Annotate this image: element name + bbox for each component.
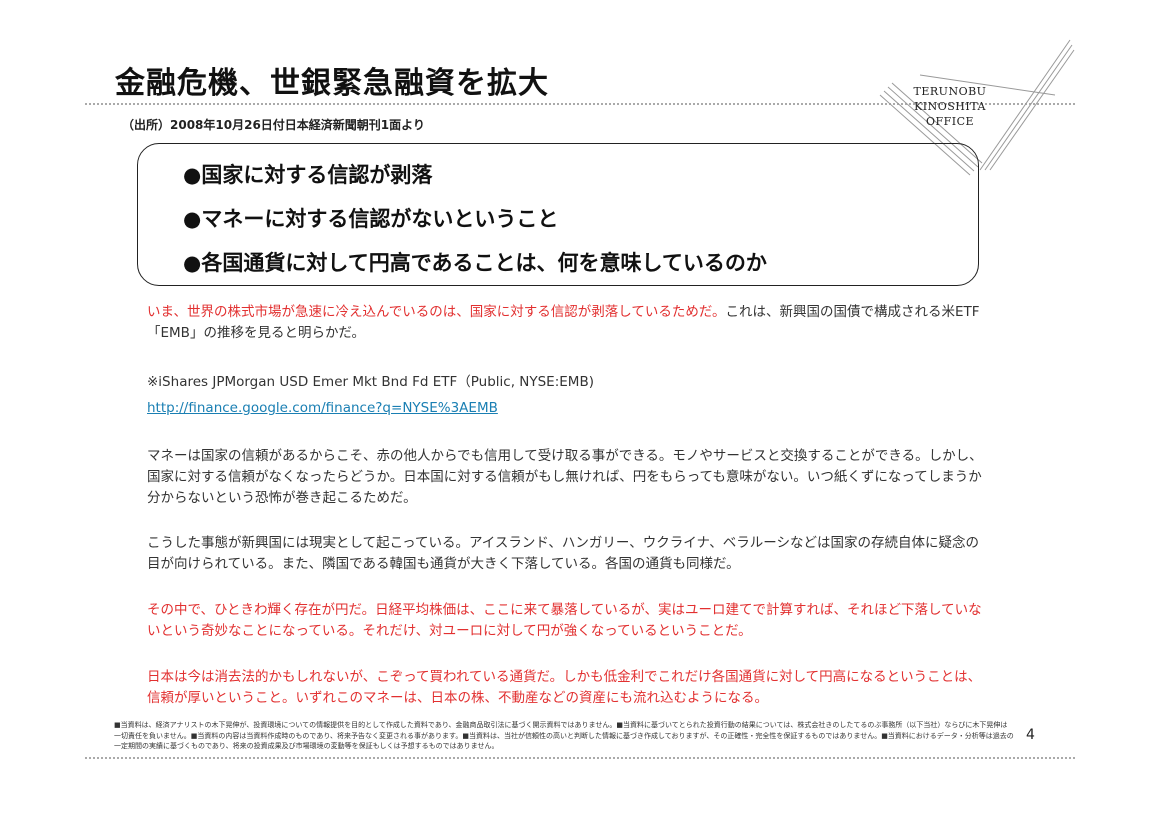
paragraph-5: その中で、ひときわ輝く存在が円だ。日経平均株価は、ここに来て暴落しているが、実は…	[147, 602, 982, 639]
logo-line-1: TERUNOBU	[913, 85, 987, 98]
paragraph-1-highlight: いま、世界の株式市場が急速に冷え込んでいるのは、国家に対する信認が剥落しているた…	[147, 304, 726, 320]
paragraph-3: マネーは国家の信頼があるからこそ、赤の他人からでも信用して受け取る事ができる。モ…	[147, 448, 983, 506]
key-point-1: ●国家に対する信認が剥落	[183, 163, 433, 187]
logo-line-2: KINOSHITA	[914, 100, 986, 113]
etf-note: ※iShares JPMorgan USD Emer Mkt Bnd Fd ET…	[147, 374, 594, 390]
etf-link-line: http://finance.google.com/finance?q=NYSE…	[147, 398, 992, 419]
key-point-2: ●マネーに対する信認がないということ	[183, 207, 559, 231]
page-title: 金融危機、世銀緊急融資を拡大	[115, 66, 549, 101]
footer-disclaimer: ■当資料は、経済アナリストの木下晃伸が、投資環境についての情報提供を目的として作…	[114, 721, 1014, 750]
office-logo: TERUNOBU KINOSHITA OFFICE	[905, 84, 995, 129]
key-point-3: ●各国通貨に対して円高であることは、何を意味しているのか	[183, 251, 767, 275]
paragraph-6: 日本は今は消去法的かもしれないが、こぞって買われている通貨だ。しかも低金利でこれ…	[147, 669, 982, 706]
page-number: 4	[1026, 727, 1035, 743]
etf-link[interactable]: http://finance.google.com/finance?q=NYSE…	[147, 400, 498, 416]
paragraph-4: こうした事態が新興国には現実として起こっている。アイスランド、ハンガリー、ウクラ…	[147, 535, 980, 572]
source-citation: （出所）2008年10月26日付日本経済新聞朝刊1面より	[122, 118, 425, 132]
logo-line-3: OFFICE	[925, 115, 975, 128]
paragraph-1: いま、世界の株式市場が急速に冷え込んでいるのは、国家に対する信認が剥落しているた…	[147, 302, 992, 344]
footer-line	[85, 757, 1075, 759]
